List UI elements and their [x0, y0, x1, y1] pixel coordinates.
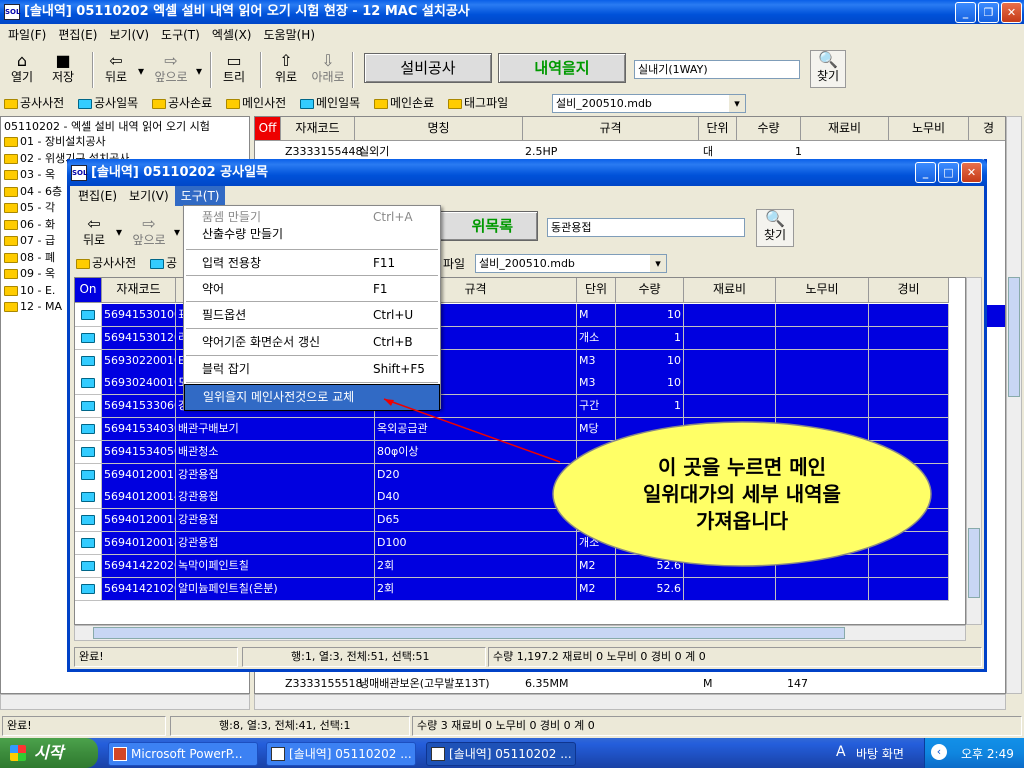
- sol-app-icon: [271, 747, 285, 761]
- tray-expand-icon[interactable]: ‹: [931, 744, 947, 760]
- system-tray: ‹ 오후 2:49: [924, 738, 1024, 768]
- taskbar-item-sol-1[interactable]: [솔내역] 05110202 ...: [266, 742, 416, 766]
- sol-app-icon: [431, 747, 445, 761]
- taskbar-item-powerpoint[interactable]: Microsoft PowerP...: [108, 742, 258, 766]
- powerpoint-icon: [113, 747, 127, 761]
- desktop-toolbar-label[interactable]: 바탕 화면: [856, 745, 904, 762]
- arrowhead-icon: [384, 399, 394, 406]
- arrow-line: [383, 398, 561, 463]
- taskbar: 시작 Microsoft PowerP... [솔내역] 05110202 ..…: [0, 738, 1024, 768]
- start-button[interactable]: 시작: [0, 738, 98, 768]
- language-indicator-icon[interactable]: A: [836, 744, 846, 760]
- clock: 오후 2:49: [961, 747, 1014, 761]
- taskbar-item-sol-2[interactable]: [솔내역] 05110202 ...: [426, 742, 576, 766]
- callout-text: 이 곳을 누르면 메인 일위대가의 세부 내역을 가져옵니다: [643, 455, 841, 533]
- callout-arrow: [383, 398, 932, 567]
- windows-logo-icon: [10, 745, 26, 761]
